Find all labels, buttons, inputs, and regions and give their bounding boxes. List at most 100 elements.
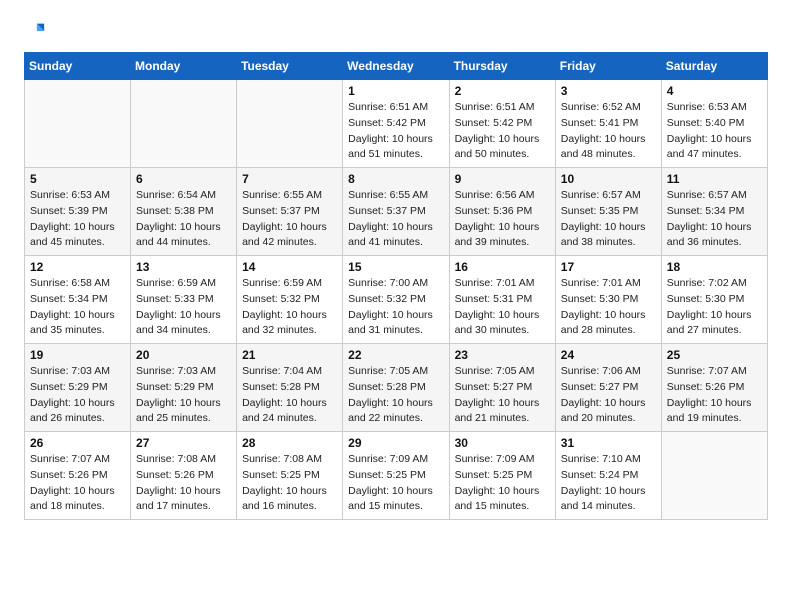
calendar-cell: 9 Sunrise: 6:56 AM Sunset: 5:36 PM Daylig… bbox=[449, 168, 555, 256]
weekday-header: Tuesday bbox=[237, 53, 343, 80]
calendar-cell: 30 Sunrise: 7:09 AM Sunset: 5:25 PM Dayli… bbox=[449, 432, 555, 520]
day-number: 22 bbox=[348, 348, 443, 362]
calendar-cell: 15Sunrise: 7:00 AM Sunset: 5:32 PM Dayli… bbox=[343, 256, 449, 344]
calendar-cell: 20 Sunrise: 7:03 AM Sunset: 5:29 PM Dayli… bbox=[131, 344, 237, 432]
day-number: 31 bbox=[561, 436, 656, 450]
calendar-cell: 8Sunrise: 6:55 AM Sunset: 5:37 PM Daylig… bbox=[343, 168, 449, 256]
calendar-cell: 17 Sunrise: 7:01 AM Sunset: 5:30 PM Dayli… bbox=[555, 256, 661, 344]
day-detail: Sunrise: 7:01 AM Sunset: 5:30 PM Dayligh… bbox=[561, 276, 656, 339]
day-detail: Sunrise: 6:58 AM Sunset: 5:34 PM Dayligh… bbox=[30, 276, 125, 339]
weekday-header: Sunday bbox=[25, 53, 131, 80]
day-number: 7 bbox=[242, 172, 337, 186]
calendar-week-row: 26 Sunrise: 7:07 AM Sunset: 5:26 PM Dayli… bbox=[25, 432, 768, 520]
calendar-cell: 1Sunrise: 6:51 AM Sunset: 5:42 PM Daylig… bbox=[343, 80, 449, 168]
day-detail: Sunrise: 6:55 AM Sunset: 5:37 PM Dayligh… bbox=[348, 188, 443, 251]
day-detail: Sunrise: 6:59 AM Sunset: 5:32 PM Dayligh… bbox=[242, 276, 337, 339]
calendar-week-row: 19 Sunrise: 7:03 AM Sunset: 5:29 PM Dayli… bbox=[25, 344, 768, 432]
calendar-cell: 24 Sunrise: 7:06 AM Sunset: 5:27 PM Dayli… bbox=[555, 344, 661, 432]
day-detail: Sunrise: 7:07 AM Sunset: 5:26 PM Dayligh… bbox=[30, 452, 125, 515]
day-number: 25 bbox=[667, 348, 762, 362]
calendar-header-row: SundayMondayTuesdayWednesdayThursdayFrid… bbox=[25, 53, 768, 80]
day-detail: Sunrise: 6:52 AM Sunset: 5:41 PM Dayligh… bbox=[561, 100, 656, 163]
day-number: 11 bbox=[667, 172, 762, 186]
day-detail: Sunrise: 6:56 AM Sunset: 5:36 PM Dayligh… bbox=[455, 188, 550, 251]
calendar-cell: 12 Sunrise: 6:58 AM Sunset: 5:34 PM Dayli… bbox=[25, 256, 131, 344]
calendar-cell: 21Sunrise: 7:04 AM Sunset: 5:28 PM Dayli… bbox=[237, 344, 343, 432]
weekday-header: Friday bbox=[555, 53, 661, 80]
calendar-week-row: 12 Sunrise: 6:58 AM Sunset: 5:34 PM Dayli… bbox=[25, 256, 768, 344]
calendar-cell: 18Sunrise: 7:02 AM Sunset: 5:30 PM Dayli… bbox=[661, 256, 767, 344]
day-number: 16 bbox=[455, 260, 550, 274]
calendar-cell: 5 Sunrise: 6:53 AM Sunset: 5:39 PM Daylig… bbox=[25, 168, 131, 256]
day-number: 5 bbox=[30, 172, 125, 186]
day-number: 27 bbox=[136, 436, 231, 450]
day-detail: Sunrise: 6:59 AM Sunset: 5:33 PM Dayligh… bbox=[136, 276, 231, 339]
day-detail: Sunrise: 7:04 AM Sunset: 5:28 PM Dayligh… bbox=[242, 364, 337, 427]
calendar-cell: 27 Sunrise: 7:08 AM Sunset: 5:26 PM Dayli… bbox=[131, 432, 237, 520]
calendar-cell: 4 Sunrise: 6:53 AM Sunset: 5:40 PM Daylig… bbox=[661, 80, 767, 168]
day-number: 13 bbox=[136, 260, 231, 274]
day-number: 20 bbox=[136, 348, 231, 362]
day-number: 17 bbox=[561, 260, 656, 274]
day-number: 19 bbox=[30, 348, 125, 362]
calendar-cell: 3 Sunrise: 6:52 AM Sunset: 5:41 PM Daylig… bbox=[555, 80, 661, 168]
calendar-cell: 16 Sunrise: 7:01 AM Sunset: 5:31 PM Dayli… bbox=[449, 256, 555, 344]
weekday-header: Saturday bbox=[661, 53, 767, 80]
calendar-week-row: 1Sunrise: 6:51 AM Sunset: 5:42 PM Daylig… bbox=[25, 80, 768, 168]
day-detail: Sunrise: 6:57 AM Sunset: 5:34 PM Dayligh… bbox=[667, 188, 762, 251]
day-number: 6 bbox=[136, 172, 231, 186]
day-number: 12 bbox=[30, 260, 125, 274]
day-number: 23 bbox=[455, 348, 550, 362]
calendar-cell: 10 Sunrise: 6:57 AM Sunset: 5:35 PM Dayli… bbox=[555, 168, 661, 256]
day-detail: Sunrise: 6:51 AM Sunset: 5:42 PM Dayligh… bbox=[455, 100, 550, 163]
day-detail: Sunrise: 6:57 AM Sunset: 5:35 PM Dayligh… bbox=[561, 188, 656, 251]
calendar-cell: 19Sunrise: 7:03 AM Sunset: 5:29 PM Dayli… bbox=[25, 344, 131, 432]
logo-icon bbox=[24, 20, 46, 42]
day-number: 28 bbox=[242, 436, 337, 450]
day-number: 2 bbox=[455, 84, 550, 98]
calendar-cell: 22Sunrise: 7:05 AM Sunset: 5:28 PM Dayli… bbox=[343, 344, 449, 432]
day-detail: Sunrise: 7:09 AM Sunset: 5:25 PM Dayligh… bbox=[348, 452, 443, 515]
day-detail: Sunrise: 6:51 AM Sunset: 5:42 PM Dayligh… bbox=[348, 100, 443, 163]
day-number: 24 bbox=[561, 348, 656, 362]
day-number: 30 bbox=[455, 436, 550, 450]
calendar-cell: 26 Sunrise: 7:07 AM Sunset: 5:26 PM Dayli… bbox=[25, 432, 131, 520]
weekday-header: Monday bbox=[131, 53, 237, 80]
calendar-cell: 29 Sunrise: 7:09 AM Sunset: 5:25 PM Dayli… bbox=[343, 432, 449, 520]
calendar-cell: 28 Sunrise: 7:08 AM Sunset: 5:25 PM Dayli… bbox=[237, 432, 343, 520]
day-number: 4 bbox=[667, 84, 762, 98]
logo bbox=[24, 20, 46, 42]
day-number: 29 bbox=[348, 436, 443, 450]
calendar-cell bbox=[237, 80, 343, 168]
calendar-cell: 23Sunrise: 7:05 AM Sunset: 5:27 PM Dayli… bbox=[449, 344, 555, 432]
calendar-cell: 31Sunrise: 7:10 AM Sunset: 5:24 PM Dayli… bbox=[555, 432, 661, 520]
day-number: 10 bbox=[561, 172, 656, 186]
calendar-cell: 2 Sunrise: 6:51 AM Sunset: 5:42 PM Daylig… bbox=[449, 80, 555, 168]
day-detail: Sunrise: 6:53 AM Sunset: 5:40 PM Dayligh… bbox=[667, 100, 762, 163]
day-detail: Sunrise: 6:55 AM Sunset: 5:37 PM Dayligh… bbox=[242, 188, 337, 251]
calendar-cell: 6 Sunrise: 6:54 AM Sunset: 5:38 PM Daylig… bbox=[131, 168, 237, 256]
day-detail: Sunrise: 7:06 AM Sunset: 5:27 PM Dayligh… bbox=[561, 364, 656, 427]
day-detail: Sunrise: 7:09 AM Sunset: 5:25 PM Dayligh… bbox=[455, 452, 550, 515]
calendar-cell: 14 Sunrise: 6:59 AM Sunset: 5:32 PM Dayli… bbox=[237, 256, 343, 344]
calendar-body: 1Sunrise: 6:51 AM Sunset: 5:42 PM Daylig… bbox=[25, 80, 768, 520]
day-detail: Sunrise: 7:03 AM Sunset: 5:29 PM Dayligh… bbox=[136, 364, 231, 427]
day-number: 14 bbox=[242, 260, 337, 274]
day-detail: Sunrise: 6:53 AM Sunset: 5:39 PM Dayligh… bbox=[30, 188, 125, 251]
day-detail: Sunrise: 7:08 AM Sunset: 5:26 PM Dayligh… bbox=[136, 452, 231, 515]
day-detail: Sunrise: 7:02 AM Sunset: 5:30 PM Dayligh… bbox=[667, 276, 762, 339]
day-detail: Sunrise: 6:54 AM Sunset: 5:38 PM Dayligh… bbox=[136, 188, 231, 251]
weekday-header: Wednesday bbox=[343, 53, 449, 80]
header bbox=[24, 20, 768, 42]
calendar-cell: 25 Sunrise: 7:07 AM Sunset: 5:26 PM Dayli… bbox=[661, 344, 767, 432]
day-number: 15 bbox=[348, 260, 443, 274]
day-number: 3 bbox=[561, 84, 656, 98]
calendar-cell bbox=[661, 432, 767, 520]
day-detail: Sunrise: 7:08 AM Sunset: 5:25 PM Dayligh… bbox=[242, 452, 337, 515]
day-number: 9 bbox=[455, 172, 550, 186]
calendar-cell bbox=[25, 80, 131, 168]
day-number: 26 bbox=[30, 436, 125, 450]
calendar-cell: 11 Sunrise: 6:57 AM Sunset: 5:34 PM Dayli… bbox=[661, 168, 767, 256]
day-detail: Sunrise: 7:07 AM Sunset: 5:26 PM Dayligh… bbox=[667, 364, 762, 427]
day-detail: Sunrise: 7:01 AM Sunset: 5:31 PM Dayligh… bbox=[455, 276, 550, 339]
